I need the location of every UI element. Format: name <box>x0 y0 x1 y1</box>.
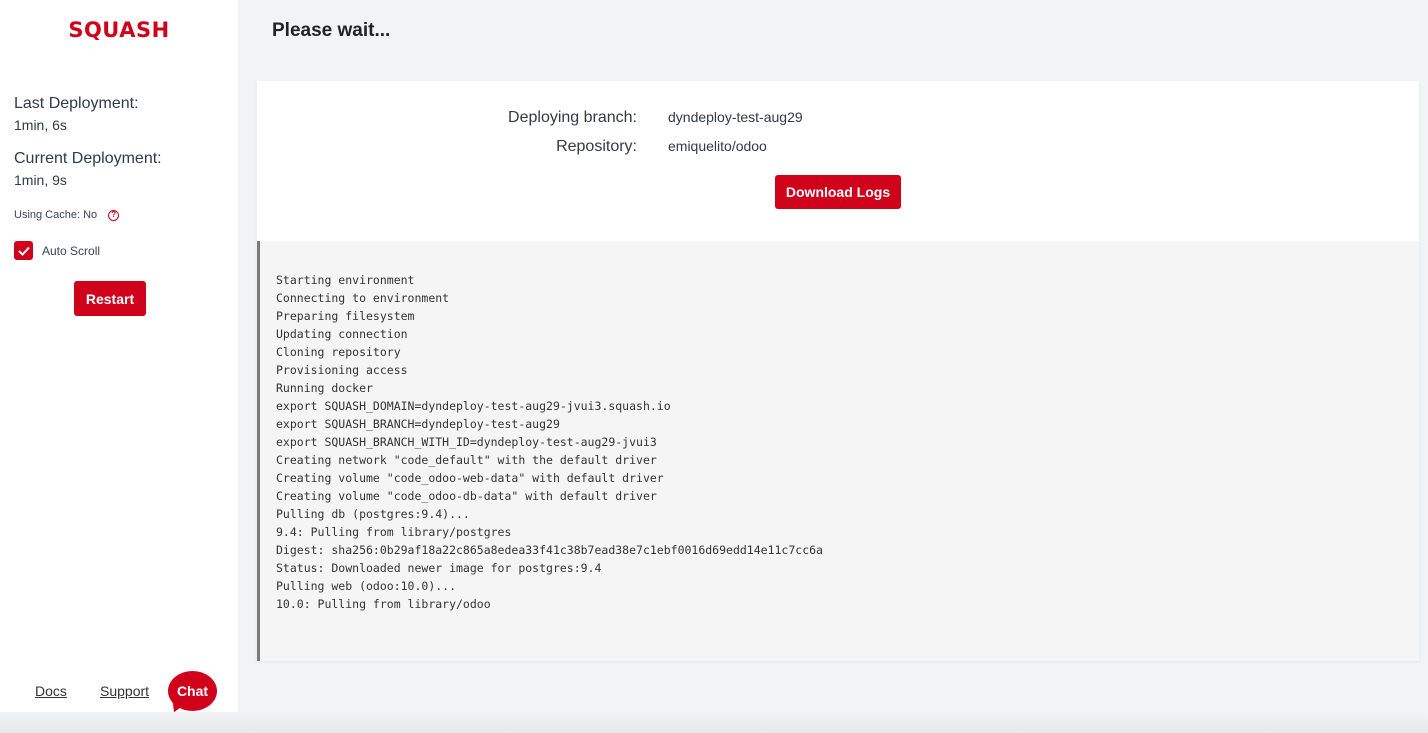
chat-label: Chat <box>168 671 217 711</box>
log-line: Pulling web (odoo:10.0)... <box>276 579 457 593</box>
chat-button[interactable]: Chat <box>168 671 217 716</box>
log-line: Preparing filesystem <box>276 309 415 323</box>
last-deployment-value: 1min, 6s <box>14 117 67 133</box>
log-line: Creating network "code_default" with the… <box>276 453 657 467</box>
deploying-branch-value: dyndeploy-test-aug29 <box>668 109 803 125</box>
log-output[interactable]: Starting environment Connecting to envir… <box>257 241 1419 661</box>
log-line: 10.0: Pulling from library/odoo <box>276 597 491 611</box>
cache-label: Using Cache: No <box>14 209 98 221</box>
squash-logo[interactable]: SQUASH <box>0 18 238 42</box>
repository-label: Repository: <box>556 138 637 155</box>
bottom-shade <box>0 712 1428 733</box>
log-line: 9.4: Pulling from library/postgres <box>276 525 512 539</box>
log-line: export SQUASH_BRANCH=dyndeploy-test-aug2… <box>276 417 560 431</box>
sidebar: SQUASH Last Deployment: 1min, 6s Current… <box>0 0 238 733</box>
log-line: Provisioning access <box>276 363 408 377</box>
log-line: Starting environment <box>276 273 415 287</box>
log-line: export SQUASH_BRANCH_WITH_ID=dyndeploy-t… <box>276 435 657 449</box>
log-line: Pulling db (postgres:9.4)... <box>276 507 470 521</box>
autoscroll-toggle[interactable]: Auto Scroll <box>14 241 100 260</box>
log-line: Running docker <box>276 381 373 395</box>
log-line: Creating volume "code_odoo-web-data" wit… <box>276 471 664 485</box>
repository-value: emiquelito/odoo <box>668 138 767 154</box>
support-link[interactable]: Support <box>100 683 149 699</box>
log-line: Creating volume "code_odoo-db-data" with… <box>276 489 657 503</box>
autoscroll-checkbox[interactable] <box>14 241 33 260</box>
checkmark-icon <box>17 246 30 256</box>
log-line: export SQUASH_DOMAIN=dyndeploy-test-aug2… <box>276 399 671 413</box>
last-deployment-label: Last Deployment: <box>14 95 139 112</box>
log-line: Connecting to environment <box>276 291 450 305</box>
log-line: Status: Downloaded newer image for postg… <box>276 561 602 575</box>
restart-button[interactable]: Restart <box>74 281 146 316</box>
help-icon[interactable]: ? <box>108 209 120 221</box>
autoscroll-label: Auto Scroll <box>42 243 101 258</box>
log-line: Cloning repository <box>276 345 401 359</box>
docs-link[interactable]: Docs <box>35 683 67 699</box>
page-title: Please wait... <box>272 20 391 41</box>
current-deployment-label: Current Deployment: <box>14 150 162 167</box>
log-line: Updating connection <box>276 327 408 341</box>
deploying-branch-label: Deploying branch: <box>508 109 637 126</box>
log-line: Digest: sha256:0b29af18a22c865a8edea33f4… <box>276 543 823 557</box>
current-deployment-value: 1min, 9s <box>14 172 67 188</box>
download-logs-button[interactable]: Download Logs <box>775 175 901 209</box>
cache-status: Using Cache: No ? <box>14 209 120 221</box>
deployment-card: Deploying branch: dyndeploy-test-aug29 R… <box>257 81 1419 661</box>
